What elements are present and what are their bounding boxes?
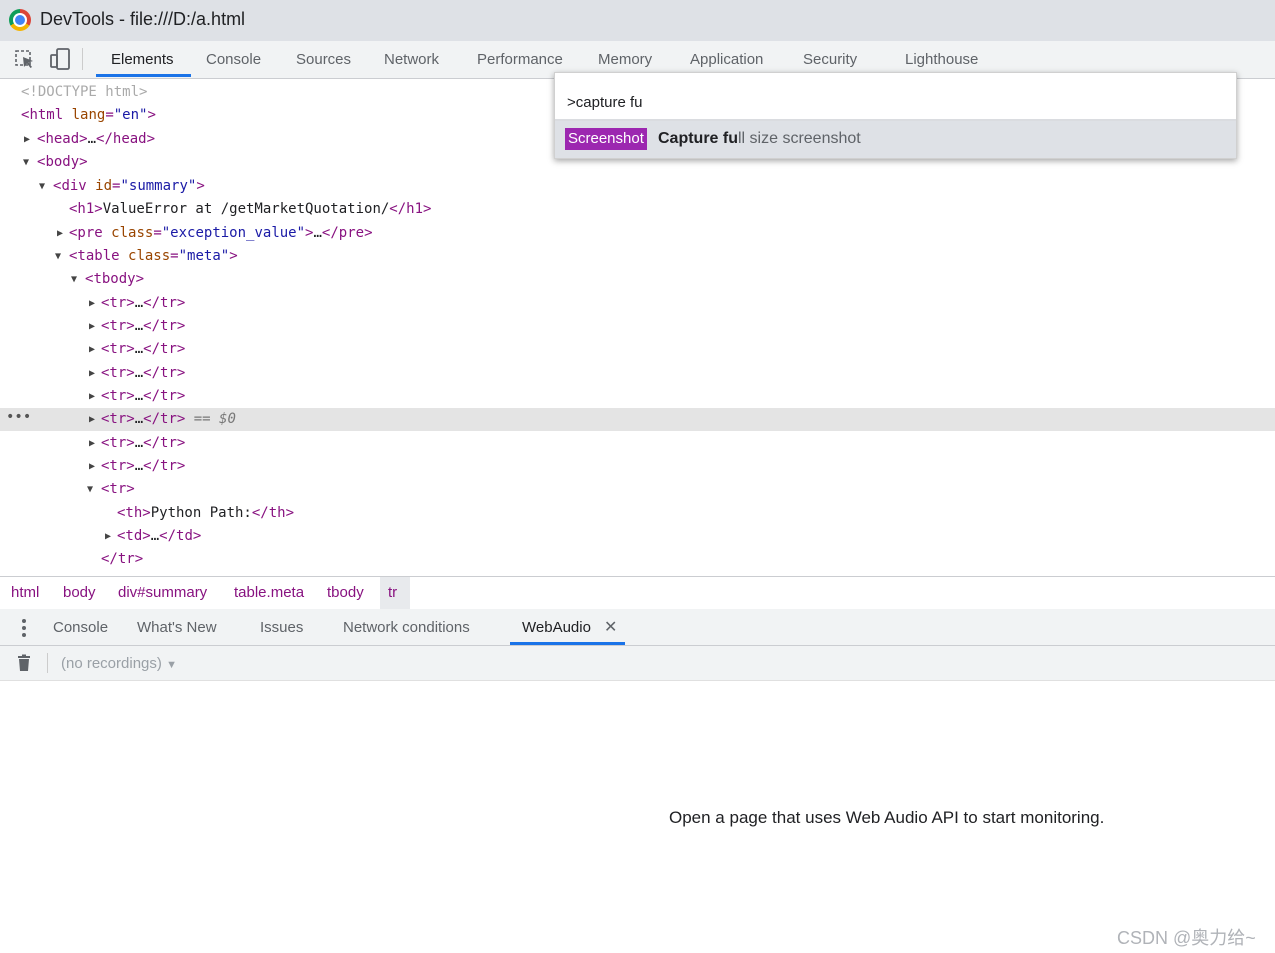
dom-node-th[interactable]: <th>Python Path:</th>: [117, 502, 294, 525]
dropdown-arrow-icon: ▼: [166, 659, 177, 671]
command-menu-input[interactable]: >capture fu: [567, 94, 642, 111]
screenshot-category-badge: Screenshot: [565, 128, 647, 150]
dom-node-doctype[interactable]: <!DOCTYPE html>: [21, 81, 147, 104]
breadcrumb-table-meta[interactable]: table.meta: [234, 584, 304, 601]
dom-node-tr[interactable]: <tr>…</tr>: [101, 292, 185, 315]
drawer-tab-webaudio[interactable]: WebAudio: [522, 619, 591, 636]
dom-node-table-meta[interactable]: <table class="meta">: [69, 245, 238, 268]
command-result-label: Capture full size screenshot: [658, 130, 861, 147]
tab-performance[interactable]: Performance: [477, 51, 563, 68]
expand-triangle-icon[interactable]: ▶: [89, 414, 95, 425]
dom-node-tr-selected[interactable]: <tr>…</tr> == $0: [101, 408, 236, 431]
collapse-triangle-icon[interactable]: ▼: [71, 274, 77, 285]
webaudio-empty-message: Open a page that uses Web Audio API to s…: [669, 808, 1105, 827]
tab-lighthouse[interactable]: Lighthouse: [905, 51, 978, 68]
webaudio-toolbar: (no recordings) ▼: [0, 646, 1275, 681]
drawer-tabbar: Console What's New Issues Network condit…: [0, 609, 1275, 646]
window-title: DevTools - file:///D:/a.html: [40, 9, 246, 29]
tab-elements[interactable]: Elements: [111, 51, 174, 68]
dom-node-tr[interactable]: <tr>…</tr>: [101, 385, 185, 408]
tab-application[interactable]: Application: [690, 51, 763, 68]
collapse-triangle-icon[interactable]: ▼: [55, 251, 61, 262]
expand-triangle-icon[interactable]: ▶: [89, 298, 95, 309]
expand-triangle-icon[interactable]: ▶: [89, 391, 95, 402]
expand-triangle-icon[interactable]: ▶: [24, 134, 30, 145]
breadcrumb-tbody[interactable]: tbody: [327, 584, 364, 601]
dom-node-h1[interactable]: <h1>ValueError at /getMarketQuotation/</…: [69, 198, 431, 221]
expand-triangle-icon[interactable]: ▶: [89, 461, 95, 472]
dom-node-html[interactable]: <html lang="en">: [21, 104, 156, 127]
dom-node-td[interactable]: <td>…</td>: [117, 525, 201, 548]
breadcrumb-body[interactable]: body: [63, 584, 96, 601]
expand-triangle-icon[interactable]: ▶: [89, 368, 95, 379]
collapse-triangle-icon[interactable]: ▼: [39, 181, 45, 192]
dom-node-tr[interactable]: <tr>…</tr>: [101, 315, 185, 338]
dom-node-body[interactable]: <body>: [37, 151, 88, 174]
breadcrumb-html[interactable]: html: [11, 584, 39, 601]
drawer-tab-whats-new[interactable]: What's New: [137, 619, 217, 636]
dom-node-tr[interactable]: <tr>…</tr>: [101, 362, 185, 385]
dom-node-tr[interactable]: <tr>…</tr>: [101, 338, 185, 361]
inspect-element-icon[interactable]: [13, 47, 37, 71]
recordings-select[interactable]: (no recordings) ▼: [61, 655, 177, 672]
expand-triangle-icon[interactable]: ▶: [105, 531, 111, 542]
dom-node-head[interactable]: <head>…</head>: [37, 128, 155, 151]
toolbar-divider: [82, 48, 83, 70]
dom-node-tr[interactable]: <tr>…</tr>: [101, 455, 185, 478]
tab-sources[interactable]: Sources: [296, 51, 351, 68]
trash-icon[interactable]: [15, 654, 33, 672]
tab-security[interactable]: Security: [803, 51, 857, 68]
device-toolbar-icon[interactable]: [48, 47, 72, 71]
more-options-icon[interactable]: •••: [6, 409, 31, 425]
dom-node-tr-expanded[interactable]: <tr>: [101, 478, 135, 501]
breadcrumb-tr[interactable]: tr: [388, 584, 397, 601]
collapse-triangle-icon[interactable]: ▼: [23, 157, 29, 168]
chrome-logo-icon: [9, 9, 31, 31]
drawer-tab-console[interactable]: Console: [53, 619, 108, 636]
window-titlebar: DevTools - file:///D:/a.html: [0, 0, 1275, 41]
active-tab-indicator: [96, 74, 191, 77]
dom-node-tbody[interactable]: <tbody>: [85, 268, 144, 291]
command-menu: >capture fu Screenshot Capture full size…: [554, 72, 1237, 159]
breadcrumb: html body div#summary table.meta tbody t…: [0, 576, 1275, 610]
dom-node-tr-close[interactable]: </tr>: [101, 548, 143, 571]
command-menu-result[interactable]: Screenshot Capture full size screenshot: [555, 121, 1236, 158]
drawer-tab-issues[interactable]: Issues: [260, 619, 303, 636]
tab-memory[interactable]: Memory: [598, 51, 652, 68]
watermark: CSDN @奥力给~: [1117, 928, 1256, 948]
collapse-triangle-icon[interactable]: ▼: [87, 484, 93, 495]
drawer-tab-network-conditions[interactable]: Network conditions: [343, 619, 470, 636]
tab-console[interactable]: Console: [206, 51, 261, 68]
breadcrumb-div-summary[interactable]: div#summary: [118, 584, 207, 601]
expand-triangle-icon[interactable]: ▶: [89, 344, 95, 355]
dom-node-tr[interactable]: <tr>…</tr>: [101, 432, 185, 455]
toolbar-divider: [47, 653, 48, 673]
drawer-active-tab-indicator: [510, 642, 625, 645]
dom-node-div-summary[interactable]: <div id="summary">: [53, 175, 205, 198]
close-tab-icon[interactable]: ✕: [604, 617, 617, 637]
expand-triangle-icon[interactable]: ▶: [57, 228, 63, 239]
dom-node-pre[interactable]: <pre class="exception_value">…</pre>: [69, 222, 373, 245]
expand-triangle-icon[interactable]: ▶: [89, 321, 95, 332]
drawer-menu-icon[interactable]: [19, 617, 29, 639]
expand-triangle-icon[interactable]: ▶: [89, 438, 95, 449]
tab-network[interactable]: Network: [384, 51, 439, 68]
